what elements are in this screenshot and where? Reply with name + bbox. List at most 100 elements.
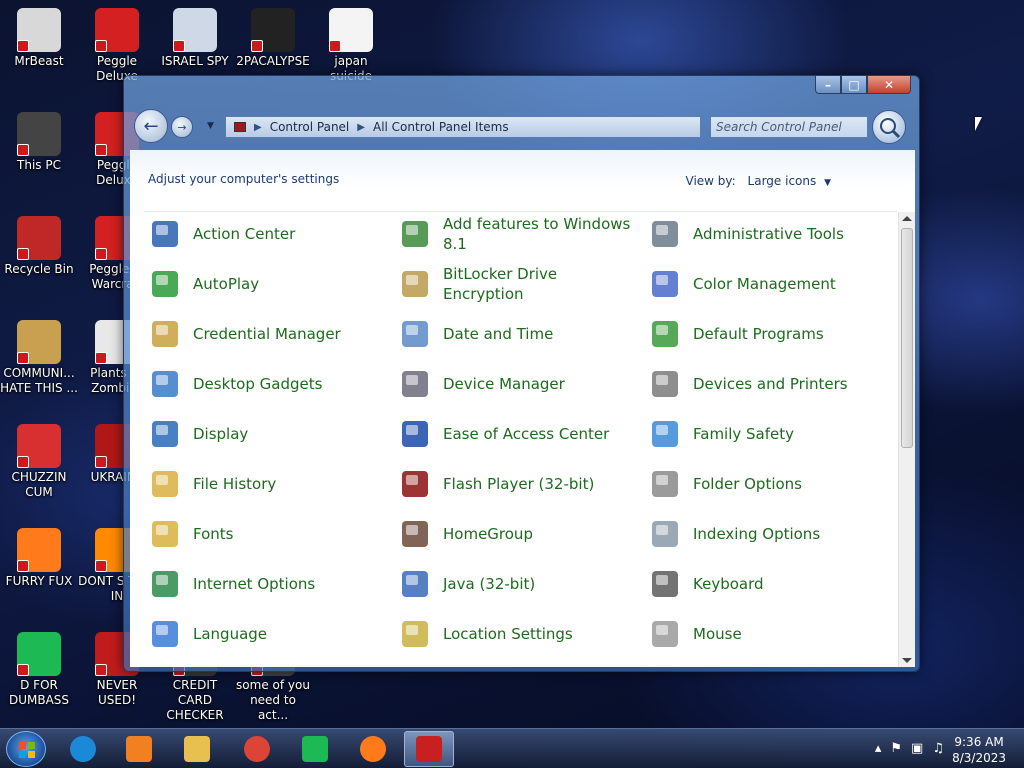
taskbar-app-button[interactable]	[404, 731, 454, 767]
batch-file-icon	[329, 8, 373, 52]
desktop-icon[interactable]: CHUZZIN CUM	[0, 424, 78, 500]
back-arrow-icon: ←	[143, 115, 159, 137]
scroll-down-icon[interactable]	[902, 658, 912, 663]
admin-tools-icon	[648, 217, 682, 251]
control-panel-item[interactable]: Desktop Gadgets	[148, 360, 388, 408]
control-panel-item[interactable]: AutoPlay	[148, 260, 388, 308]
scroll-thumb[interactable]	[901, 228, 913, 448]
close-button[interactable]: ✕	[867, 76, 911, 94]
home-icon	[398, 517, 432, 551]
control-panel-item[interactable]: Date and Time	[398, 310, 638, 358]
control-panel-item[interactable]: Language	[148, 610, 388, 658]
breadcrumb-control-panel[interactable]: Control Panel	[262, 120, 358, 134]
taskbar-app-button[interactable]	[114, 731, 164, 767]
scroll-up-icon[interactable]	[902, 216, 912, 221]
control-panel-item-label: Ease of Access Center	[443, 425, 610, 443]
back-button[interactable]: ←	[134, 109, 168, 143]
desktop-icon[interactable]: FURRY FUX	[0, 528, 78, 589]
control-panel-item-label: Java (32-bit)	[443, 575, 536, 593]
taskbar-app-button[interactable]	[58, 731, 108, 767]
taskbar-app-button[interactable]	[172, 731, 222, 767]
network-icon	[173, 8, 217, 52]
shortcut-badge-icon	[17, 352, 29, 364]
desktop-icon[interactable]: Recycle Bin	[0, 216, 78, 277]
desktop-icon[interactable]: This PC	[0, 112, 78, 173]
network-icon[interactable]: ▣	[911, 741, 923, 756]
indexing-icon	[648, 517, 682, 551]
control-panel-item[interactable]: Fonts	[148, 510, 388, 558]
control-panel-item[interactable]: Default Programs	[648, 310, 888, 358]
control-panel-item-label: Keyboard	[693, 575, 764, 593]
taskbar-app-button[interactable]	[290, 731, 340, 767]
forward-button[interactable]: →	[171, 116, 193, 138]
vertical-scrollbar[interactable]	[898, 212, 915, 667]
page-subtitle: Adjust your computer's settings	[148, 172, 340, 186]
start-button[interactable]	[6, 731, 46, 767]
taskbar-app-button[interactable]	[232, 731, 282, 767]
desktop-icon[interactable]: 2PACALYPSE	[234, 8, 312, 69]
control-panel-item[interactable]: Device Manager	[398, 360, 638, 408]
clock-date: 8/3/2023	[952, 751, 1006, 765]
desktop-icon-label: This PC	[17, 158, 61, 172]
desktop-icon-label: some of you need to act...	[236, 678, 310, 722]
control-panel-item[interactable]: Display	[148, 410, 388, 458]
chuzzle-icon	[17, 424, 61, 468]
maximize-button[interactable]: □	[841, 76, 867, 94]
desktop-icon[interactable]: japan suicide	[312, 8, 390, 84]
control-panel-item-label: Administrative Tools	[693, 225, 844, 243]
control-panel-item[interactable]: Action Center	[148, 210, 388, 258]
search-input[interactable]: Search Control Panel	[710, 116, 868, 138]
desktop-icon[interactable]: COMMUNI... HATE THIS ...	[0, 320, 78, 396]
view-by-dropdown[interactable]: Large icons ▼	[748, 174, 831, 188]
control-panel-item-label: Folder Options	[693, 475, 802, 493]
control-panel-item[interactable]: Administrative Tools	[648, 210, 888, 258]
calendar-clock-icon	[398, 317, 432, 351]
desktop-icon[interactable]: ISRAEL SPY	[156, 8, 234, 69]
action-center-flag-icon[interactable]: ⚑	[890, 741, 902, 756]
control-panel-item[interactable]: File History	[148, 460, 388, 508]
control-panel-item[interactable]: Mouse	[648, 610, 888, 658]
control-panel-item[interactable]: Java (32-bit)	[398, 560, 638, 608]
breadcrumb-all-items[interactable]: All Control Panel Items	[365, 120, 517, 134]
recent-pages-chevron-icon[interactable]: ▼	[207, 121, 214, 131]
control-panel-item[interactable]: Folder Options	[648, 460, 888, 508]
breadcrumb-separator-icon[interactable]: ▶	[254, 122, 262, 133]
recycle-bin-icon	[17, 216, 61, 260]
control-panel-item[interactable]: Flash Player (32-bit)	[398, 460, 638, 508]
family-icon	[648, 417, 682, 451]
shortcut-badge-icon	[17, 560, 29, 572]
desktop-icon-label: CHUZZIN CUM	[11, 470, 67, 499]
view-by-value: Large icons	[747, 174, 817, 188]
volume-icon[interactable]: ♫	[932, 741, 944, 756]
control-panel-item-label: Default Programs	[693, 325, 824, 343]
control-panel-item[interactable]: Indexing Options	[648, 510, 888, 558]
firefox-icon	[17, 528, 61, 572]
address-bar[interactable]: ▶ Control Panel ▶ All Control Panel Item…	[225, 116, 701, 138]
control-panel-item[interactable]: Add features to Windows 8.1	[398, 210, 638, 258]
show-hidden-icons-icon[interactable]: ▴	[875, 741, 882, 756]
shortcut-badge-icon	[95, 144, 107, 156]
control-panel-item[interactable]: Credential Manager	[148, 310, 388, 358]
desktop-icon[interactable]: D FOR DUMBASS	[0, 632, 78, 708]
control-panel-item[interactable]: Keyboard	[648, 560, 888, 608]
search-icon[interactable]	[872, 110, 906, 144]
desktop-icon[interactable]: MrBeast	[0, 8, 78, 69]
control-panel-item[interactable]: HomeGroup	[398, 510, 638, 558]
control-panel-item[interactable]: Location Settings	[398, 610, 638, 658]
desktop-icon[interactable]: Peggle Deluxe	[78, 8, 156, 84]
control-panel-item-label: Indexing Options	[693, 525, 821, 543]
control-panel-item[interactable]: Devices and Printers	[648, 360, 888, 408]
breadcrumb-separator-icon[interactable]: ▶	[357, 122, 365, 133]
control-panel-item[interactable]: Family Safety	[648, 410, 888, 458]
control-panel-item[interactable]: BitLocker Drive Encryption	[398, 260, 638, 308]
control-panel-item[interactable]: Ease of Access Center	[398, 410, 638, 458]
control-panel-item-label: Family Safety	[693, 425, 795, 443]
control-panel-item[interactable]: Color Management	[648, 260, 888, 308]
clock[interactable]: 9:36 AM 8/3/2023	[952, 734, 1006, 766]
control-panel-item-label: Devices and Printers	[693, 375, 848, 393]
java-icon	[398, 567, 432, 601]
minimize-button[interactable]: –	[815, 76, 841, 94]
vault-icon	[148, 317, 182, 351]
taskbar-app-button[interactable]	[348, 731, 398, 767]
control-panel-item[interactable]: Internet Options	[148, 560, 388, 608]
